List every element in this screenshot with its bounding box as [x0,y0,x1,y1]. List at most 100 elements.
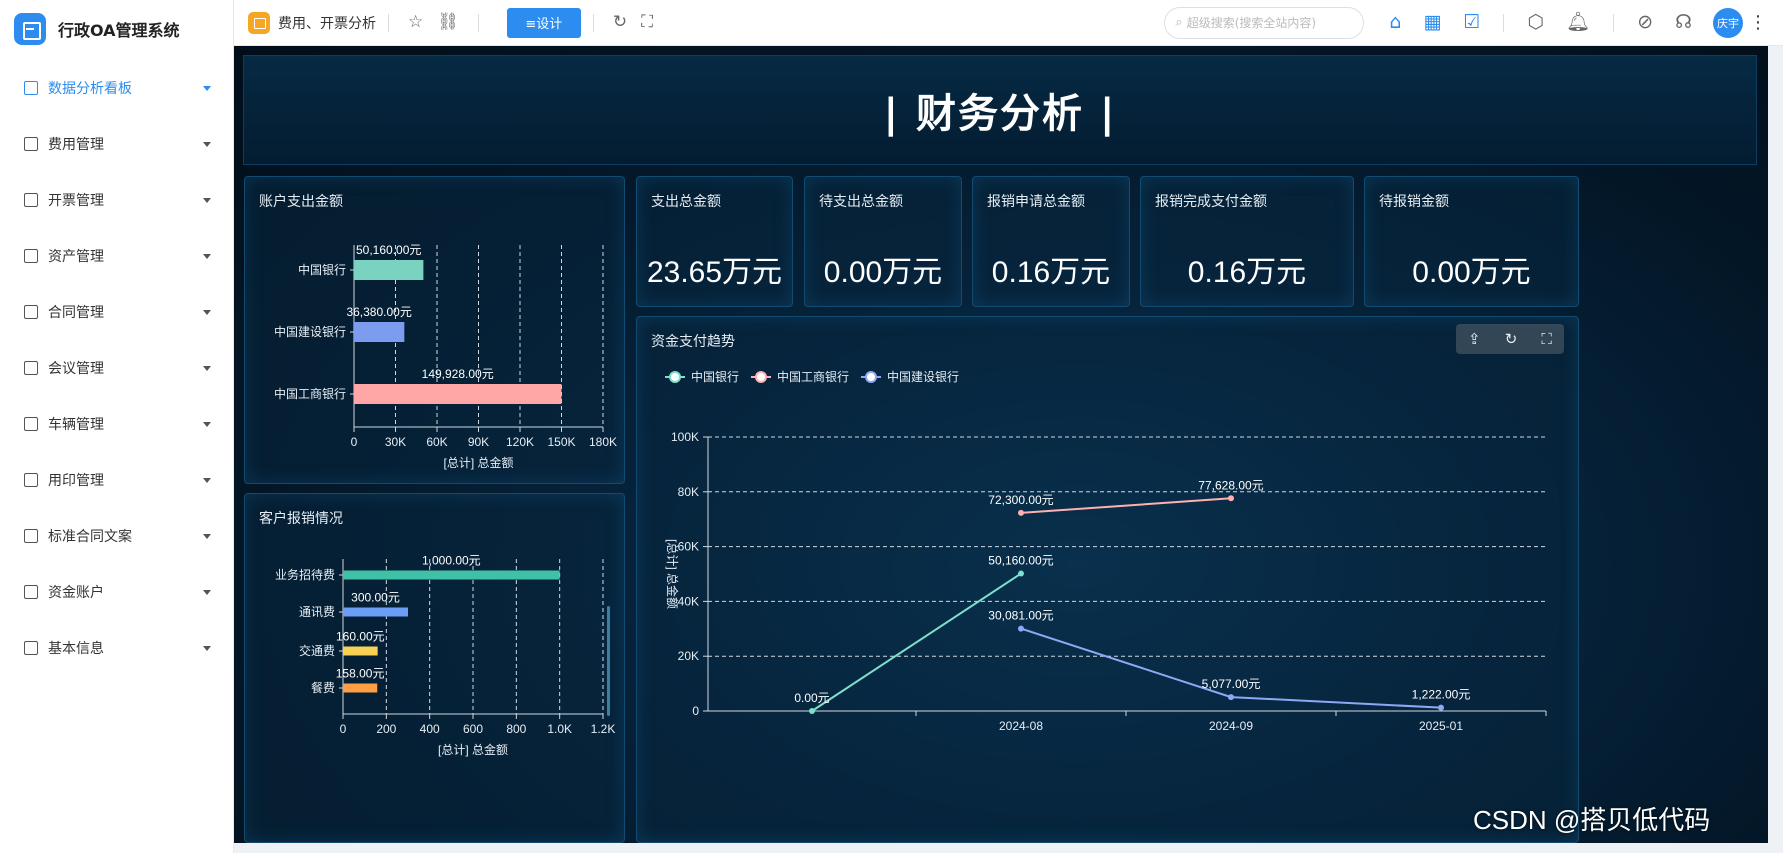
search-icon: ⌕ [1175,15,1183,30]
star-icon[interactable]: ☆ [408,14,423,31]
kpi-label: 报销完成支付金额 [1155,194,1267,210]
kpi-value: 0.16万元 [1187,256,1307,289]
fullscreen-icon[interactable]: ⛶ [641,14,653,31]
sidebar-item-invoice[interactable]: 开票管理 [0,172,233,228]
brand: 行政OA管理系统 [0,0,233,58]
sidebar-item-data-dashboard[interactable]: 数据分析看板 [0,60,233,116]
x-tick-label: 2025-01 [1419,719,1463,733]
data-point [1438,704,1444,711]
x-tick-label: 1.2K [591,722,616,736]
sidebar-item-fund-accounts[interactable]: 资金账户 [0,564,233,620]
x-tick-label: 200 [376,722,396,736]
at-icon [24,361,38,375]
legend-label: 中国建设银行 [887,369,959,384]
category-label: 中国银行 [298,262,346,277]
kpi-card-reimburse-paid: 报销完成支付金额 0.16万元 [1140,176,1354,307]
home-icon[interactable]: ⌂ [1389,13,1401,32]
x-tick-label: 0 [340,722,347,736]
search-input[interactable]: ⌕ 超级搜索(搜索全站内容) [1164,6,1365,39]
calendar-icon [24,529,38,543]
apps-grid-icon[interactable]: ▦ [1423,13,1441,32]
caret-down-icon [203,141,211,147]
data-label: 5,077.00元 [1202,677,1261,691]
payment-trend-chart: 0 20K 40K 60K 80K 100K 2024-08 2024-09 2025-01 [总… [665,369,1547,733]
sidebar-item-meetings[interactable]: 会议管理 [0,340,233,396]
document-icon [24,137,38,151]
topbar: 费用、开票分析 ☆ ⛓ ≡设计 ↻ ⛶ ⌕ 超级搜索(搜索全站内容) ⌂ ▦ ☑… [234,0,1783,46]
y-tick-label: 100K [671,430,699,444]
x-tick-label: 150K [547,435,575,449]
legend-marker [755,371,767,383]
data-point [1228,495,1234,502]
sidebar: 行政OA管理系统 数据分析看板 费用管理 开票管理 资产管理 合同管理 会议管理… [0,0,234,853]
folder-icon [248,11,270,34]
design-button[interactable]: ≡设计 [506,7,581,38]
sidebar-item-basic-info[interactable]: 基本信息 [0,620,233,676]
x-tick-label: 60K [426,435,447,449]
task-check-icon[interactable]: ☑ [1463,13,1480,32]
support-icon[interactable]: ☊ [1675,13,1692,32]
x-tick-label: 0 [351,435,358,449]
sidebar-item-contract-templates[interactable]: 标准合同文案 [0,508,233,564]
caret-down-icon [203,477,211,483]
sidebar-item-label: 数据分析看板 [48,81,132,97]
kpi-card-total-expense: 支出总金额 23.65万元 [636,176,793,307]
sidebar-item-label: 会议管理 [48,361,104,377]
header-actions: ⌂ ▦ ☑ ⬡ 🔔︎ ⊘ ☊ 庆宇 ⋮ [1378,7,1775,38]
caret-down-icon [203,365,211,371]
payment-trend-panel: 资金支付趋势 ⇪ ↻ ⛶ 0 20K 40K 60K 80K 100K 2024-08 202… [636,316,1579,843]
account-expense-chart: 0 30K 60K 90K 120K 150K 180K 中国银行 50,160.00元中国建设… [274,243,617,470]
compass-icon[interactable]: ⊘ [1637,13,1653,32]
sidebar-item-assets[interactable]: 资产管理 [0,228,233,284]
data-label: 30,081.00元 [988,609,1053,623]
category-label: 业务招待费 [275,567,335,582]
reimbursement-panel: 客户报销情况 0 200 400 600 800 1.0K 1.2K 业务招待费 1,000.0… [244,493,625,843]
sidebar-item-contracts[interactable]: 合同管理 [0,284,233,340]
y-axis-title: [总计] 总金额 [665,539,680,609]
sidebar-item-label: 资金账户 [48,585,104,601]
kpi-label: 待支出总金额 [819,194,903,210]
sidebar-item-label: 开票管理 [48,193,104,209]
sidebar-item-expense[interactable]: 费用管理 [0,116,233,172]
kpi-value: 0.16万元 [991,256,1111,289]
category-label: 餐费 [311,680,335,695]
hexagon-icon[interactable]: ⬡ [1527,13,1544,32]
sidebar-item-vehicles[interactable]: 车辆管理 [0,396,233,452]
data-point [1018,570,1024,577]
caret-down-icon [203,645,211,651]
scrollbar[interactable] [607,606,610,716]
kpi-label: 支出总金额 [651,194,721,210]
data-label: 50,160.00元 [988,554,1053,568]
caret-down-icon [203,197,211,203]
kpi-value: 23.65万元 [646,256,783,289]
kpi-value: 0.00万元 [1412,256,1531,289]
sidebar-item-label: 资产管理 [48,249,104,265]
data-point [1018,625,1024,632]
x-tick-label: 600 [463,722,483,736]
sidebar-item-seal[interactable]: 用印管理 [0,452,233,508]
target-icon [24,305,38,319]
data-point [1228,694,1234,701]
link-icon[interactable]: ⛓ [437,14,459,31]
x-tick-label: 30K [385,435,406,449]
y-tick-label: 80K [678,485,699,499]
wallet-icon [24,585,38,599]
watermark: CSDN @搭贝低代码 [1473,805,1711,835]
reimbursement-chart: 0 200 400 600 800 1.0K 1.2K 业务招待费 1,000.00元通讯费 30… [275,554,616,758]
more-vertical-icon[interactable]: ⋮ [1749,12,1767,33]
bar [343,570,560,580]
page-tab-title[interactable]: 费用、开票分析 [278,13,376,33]
data-label: 1,222.00元 [1412,688,1471,702]
avatar[interactable]: 庆宇 [1713,7,1743,38]
caret-down-icon [203,253,211,259]
y-tick-label: 0 [692,704,699,718]
sidebar-item-label: 基本信息 [48,641,104,657]
bell-icon[interactable]: 🔔︎ [1566,13,1590,32]
search-placeholder: 超级搜索(搜索全站内容) [1186,16,1317,30]
dashboard-title: | 财务分析 | [883,91,1117,137]
refresh-icon[interactable]: ↻ [613,14,627,31]
invoice-icon [24,193,38,207]
legend-label: 中国银行 [691,369,739,384]
data-label: 158.00元 [336,667,385,681]
x-tick-label: 800 [506,722,526,736]
